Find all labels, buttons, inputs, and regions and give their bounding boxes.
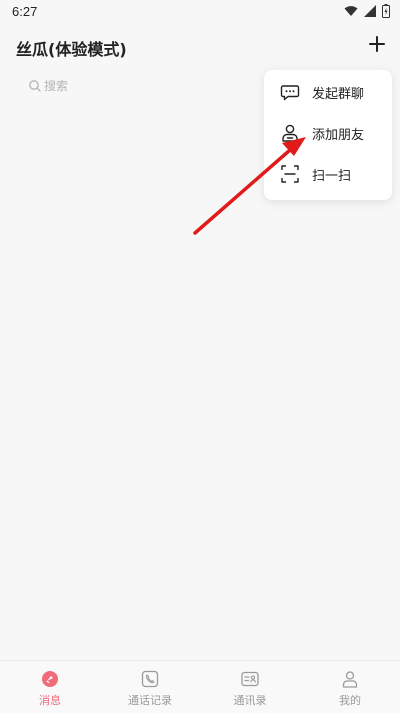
wifi-icon (344, 6, 358, 16)
menu-item-scan[interactable]: 扫一扫 (264, 154, 392, 194)
add-friend-icon (282, 124, 298, 142)
tab-messages[interactable]: 消息 (0, 661, 100, 713)
popup-menu: 发起群聊 添加朋友 扫一扫 (264, 70, 392, 200)
contacts-icon (241, 671, 259, 687)
message-icon (42, 671, 58, 687)
profile-icon (342, 671, 358, 688)
plus-button[interactable] (366, 33, 388, 55)
app-bar: 丝瓜(体验模式) (0, 24, 400, 68)
tab-label: 我的 (339, 694, 361, 707)
status-icons (344, 4, 390, 18)
menu-item-label: 添加朋友 (312, 128, 365, 143)
status-time: 6:27 (12, 4, 38, 19)
tab-label: 消息 (39, 694, 61, 707)
page-title: 丝瓜(体验模式) (16, 40, 127, 59)
signal-icon (364, 5, 376, 17)
chat-bubble-icon (280, 85, 300, 101)
menu-item-label: 扫一扫 (312, 169, 352, 184)
status-bar: 6:27 (0, 0, 400, 24)
menu-item-start-group-chat[interactable]: 发起群聊 (264, 72, 392, 112)
search-placeholder: 搜索 (44, 79, 69, 93)
plus-icon (369, 36, 385, 52)
tab-call-records[interactable]: 通话记录 (100, 661, 200, 713)
tab-me[interactable]: 我的 (300, 661, 400, 713)
tab-contacts[interactable]: 通讯录 (200, 661, 300, 713)
bottom-tab-bar: 消息 通话记录 通讯录 我的 (0, 660, 400, 713)
tab-label: 通讯录 (233, 694, 267, 707)
tab-label: 通话记录 (128, 694, 172, 707)
menu-item-add-friend[interactable]: 添加朋友 (264, 113, 392, 153)
menu-item-label: 发起群聊 (312, 87, 365, 102)
battery-icon (382, 4, 390, 18)
scan-icon (281, 165, 299, 183)
call-record-icon (141, 670, 159, 688)
search-icon (29, 80, 41, 92)
